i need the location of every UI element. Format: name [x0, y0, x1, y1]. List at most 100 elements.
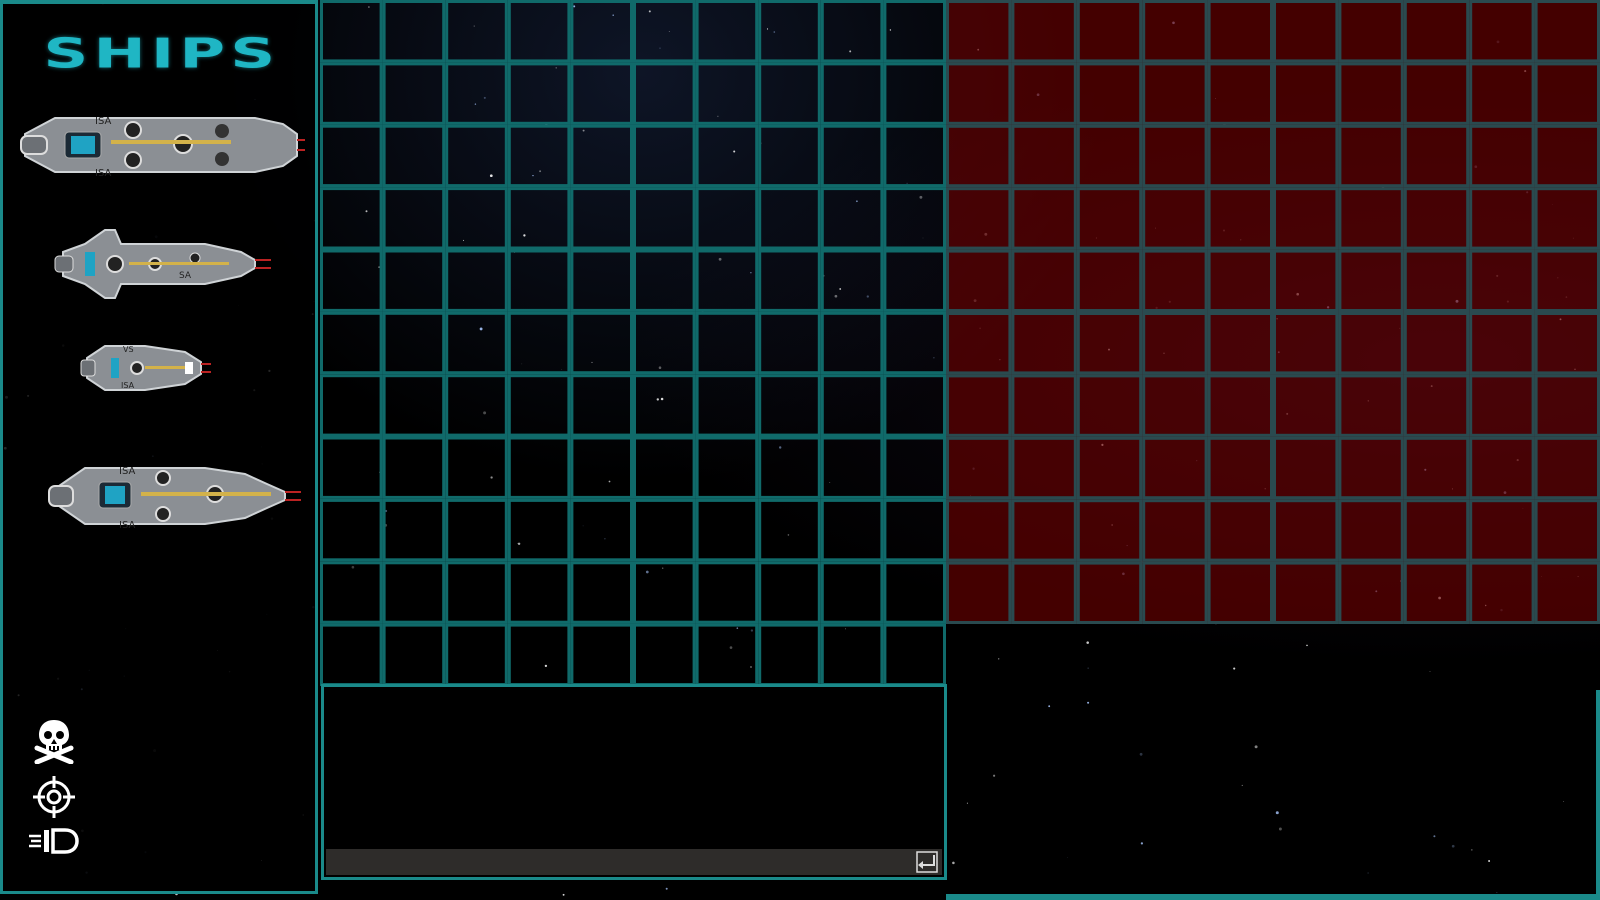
player-grid-cell[interactable] [445, 436, 508, 499]
player-grid-cell[interactable] [758, 561, 821, 624]
player-grid-cell[interactable] [570, 561, 633, 624]
enemy-grid-cell[interactable] [1469, 124, 1535, 188]
skull-crossbones-icon[interactable] [31, 718, 77, 765]
player-grid-cell[interactable] [445, 311, 508, 375]
player-grid-cell[interactable] [633, 187, 696, 250]
enemy-grid-cell[interactable] [1142, 0, 1208, 63]
enemy-grid-cell[interactable] [1534, 561, 1600, 624]
player-grid-cell[interactable] [633, 498, 696, 562]
enemy-grid-cell[interactable] [1207, 312, 1274, 375]
ship-carrier[interactable]: ISA ISA [15, 104, 305, 186]
enemy-grid-cell[interactable] [1469, 0, 1535, 63]
enemy-grid-cell[interactable] [1076, 62, 1143, 125]
ship-cruiser[interactable]: ISA ISA [45, 456, 307, 536]
enemy-grid-cell[interactable] [1142, 312, 1208, 375]
player-grid-cell[interactable] [695, 623, 759, 686]
player-grid-cell[interactable] [633, 623, 696, 686]
enemy-grid-cell[interactable] [1142, 124, 1208, 188]
enemy-grid-cell[interactable] [1142, 62, 1208, 125]
player-grid-cell[interactable] [820, 249, 884, 312]
player-grid-cell[interactable] [507, 0, 571, 63]
enemy-grid-cell[interactable] [1076, 499, 1143, 562]
player-grid-cell[interactable] [445, 0, 508, 63]
enemy-grid-cell[interactable] [1207, 561, 1274, 624]
player-grid-cell[interactable] [633, 0, 696, 63]
player-grid-cell[interactable] [695, 436, 759, 499]
enemy-grid-cell[interactable] [946, 312, 1012, 375]
player-grid-cell[interactable] [570, 436, 633, 499]
player-grid-cell[interactable] [570, 374, 633, 437]
player-grid-cell[interactable] [507, 62, 571, 125]
enemy-grid-cell[interactable] [1403, 374, 1470, 437]
enemy-grid-cell[interactable] [1273, 0, 1339, 63]
enemy-grid-cell[interactable] [1469, 187, 1535, 250]
player-grid-cell[interactable] [695, 498, 759, 562]
player-grid-cell[interactable] [507, 498, 571, 562]
enemy-grid-cell[interactable] [1076, 312, 1143, 375]
enemy-grid-cell[interactable] [1403, 187, 1470, 250]
enemy-grid[interactable] [946, 0, 1600, 624]
player-grid-cell[interactable] [382, 62, 446, 125]
enemy-grid-cell[interactable] [946, 374, 1012, 437]
enemy-grid-cell[interactable] [1469, 312, 1535, 375]
player-grid-cell[interactable] [758, 311, 821, 375]
enemy-grid-cell[interactable] [1207, 187, 1274, 250]
enemy-grid-cell[interactable] [1076, 561, 1143, 624]
enemy-grid-cell[interactable] [1207, 436, 1274, 500]
enemy-grid-cell[interactable] [1273, 561, 1339, 624]
player-grid-cell[interactable] [633, 311, 696, 375]
player-grid-cell[interactable] [445, 62, 508, 125]
player-grid-cell[interactable] [633, 374, 696, 437]
player-grid-cell[interactable] [570, 187, 633, 250]
enemy-grid-cell[interactable] [1403, 62, 1470, 125]
player-grid-cell[interactable] [883, 436, 946, 499]
player-grid-cell[interactable] [883, 561, 946, 624]
player-grid-cell[interactable] [445, 249, 508, 312]
enemy-grid-cell[interactable] [1076, 249, 1143, 313]
enemy-grid-cell[interactable] [1534, 0, 1600, 63]
enemy-grid-cell[interactable] [1011, 124, 1077, 188]
player-grid-cell[interactable] [507, 561, 571, 624]
player-grid-cell[interactable] [445, 623, 508, 686]
player-grid-cell[interactable] [820, 0, 884, 63]
enemy-grid-cell[interactable] [1273, 436, 1339, 500]
player-grid-cell[interactable] [758, 249, 821, 312]
enemy-grid-cell[interactable] [1403, 249, 1470, 313]
player-grid-cell[interactable] [507, 311, 571, 375]
player-grid-cell[interactable] [820, 62, 884, 125]
player-grid-cell[interactable] [320, 124, 383, 188]
enemy-grid-cell[interactable] [1273, 124, 1339, 188]
enemy-grid-cell[interactable] [1338, 62, 1404, 125]
player-grid-cell[interactable] [320, 374, 383, 437]
enemy-grid-cell[interactable] [1338, 0, 1404, 63]
enemy-grid-cell[interactable] [1403, 561, 1470, 624]
player-grid-cell[interactable] [695, 124, 759, 188]
enemy-grid-cell[interactable] [1142, 249, 1208, 313]
enemy-grid-cell[interactable] [1534, 499, 1600, 562]
enemy-grid-cell[interactable] [1403, 436, 1470, 500]
enemy-grid-cell[interactable] [1338, 124, 1404, 188]
enemy-grid-cell[interactable] [1076, 124, 1143, 188]
enemy-grid-cell[interactable] [1469, 249, 1535, 313]
enemy-grid-cell[interactable] [1534, 249, 1600, 313]
player-grid-cell[interactable] [570, 62, 633, 125]
enemy-grid-cell[interactable] [1076, 374, 1143, 437]
enemy-grid-cell[interactable] [1273, 62, 1339, 125]
enemy-grid-cell[interactable] [1207, 0, 1274, 63]
player-grid-cell[interactable] [382, 623, 446, 686]
enemy-grid-cell[interactable] [1534, 312, 1600, 375]
player-grid-cell[interactable] [758, 374, 821, 437]
enemy-grid-cell[interactable] [1338, 499, 1404, 562]
player-grid-cell[interactable] [695, 311, 759, 375]
player-grid-cell[interactable] [320, 623, 383, 686]
enemy-grid-cell[interactable] [946, 62, 1012, 125]
player-grid-cell[interactable] [320, 62, 383, 125]
player-grid-cell[interactable] [695, 62, 759, 125]
player-grid-cell[interactable] [382, 0, 446, 63]
enemy-grid-cell[interactable] [1534, 436, 1600, 500]
player-grid-cell[interactable] [758, 0, 821, 63]
enemy-grid-cell[interactable] [1011, 62, 1077, 125]
player-grid-cell[interactable] [507, 124, 571, 188]
player-grid-cell[interactable] [382, 561, 446, 624]
enemy-grid-cell[interactable] [1403, 124, 1470, 188]
